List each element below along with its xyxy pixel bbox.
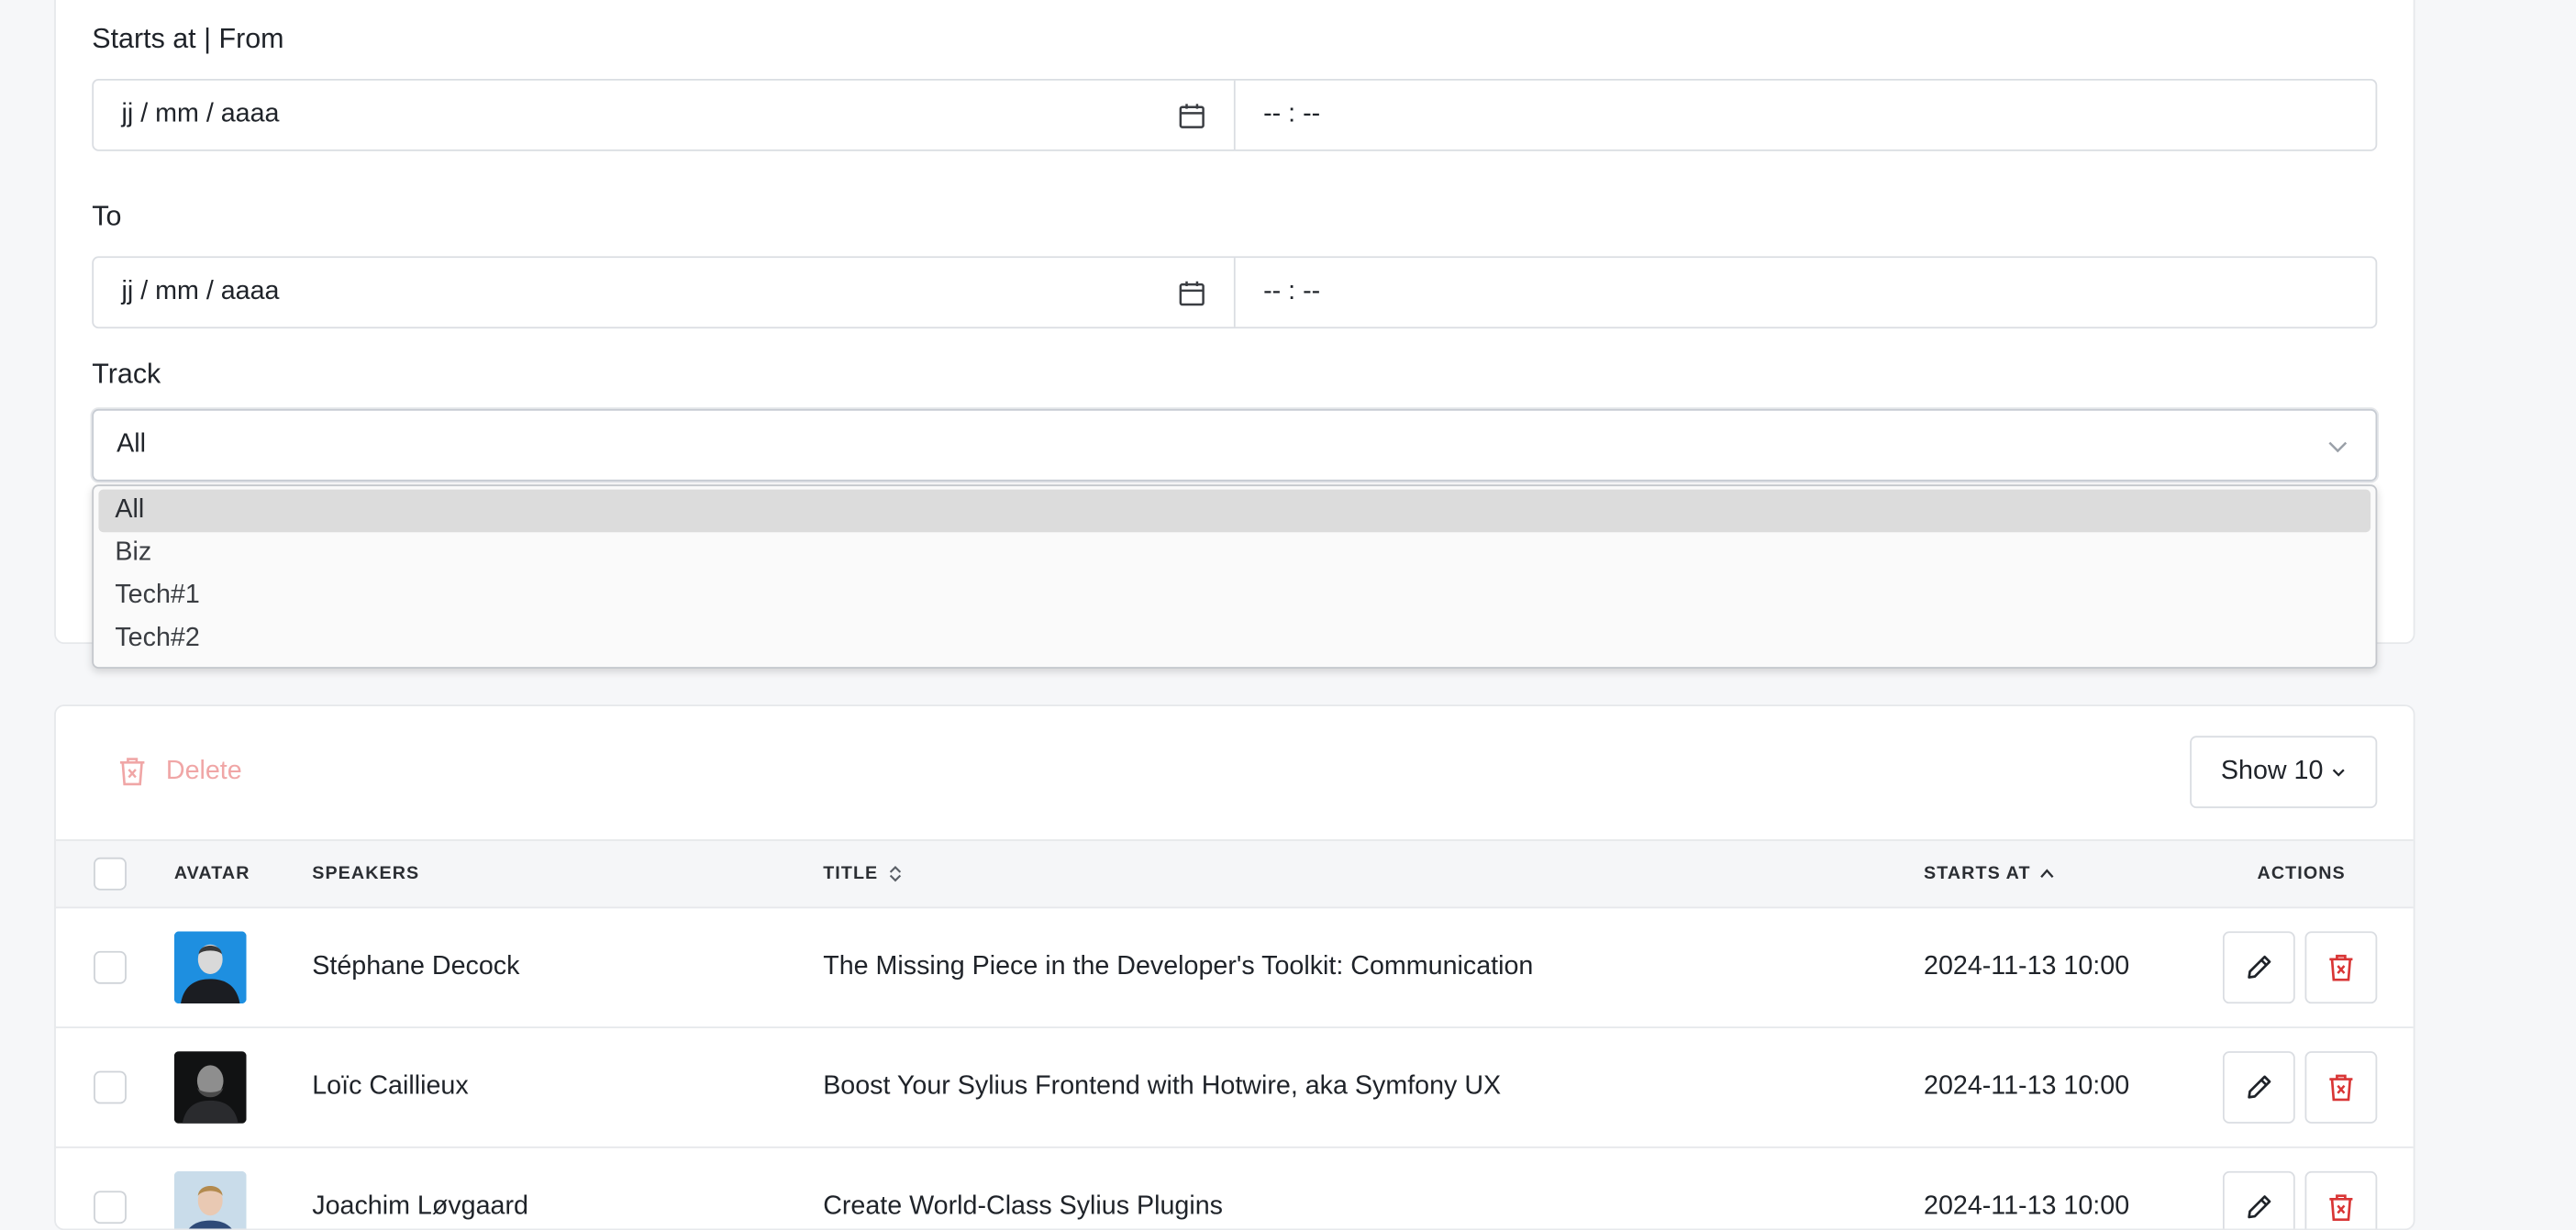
column-header-title[interactable]: TITLE bbox=[823, 841, 903, 907]
to-datetime-group: jj / mm / aaaa -- : -- bbox=[92, 256, 2378, 329]
track-option-biz[interactable]: Biz bbox=[98, 532, 2371, 575]
talk-title: Boost Your Sylius Frontend with Hotwire,… bbox=[823, 1072, 1502, 1101]
page-margin bbox=[2415, 0, 2576, 1214]
to-date-input[interactable]: jj / mm / aaaa bbox=[94, 258, 1236, 327]
table-row: Stéphane Decock The Missing Piece in the… bbox=[55, 908, 2414, 1029]
row-checkbox[interactable] bbox=[94, 1191, 127, 1224]
delete-button[interactable] bbox=[2304, 1051, 2378, 1124]
track-option-all[interactable]: All bbox=[98, 489, 2371, 533]
show-per-page-label: Show 10 bbox=[2220, 757, 2324, 786]
talks-list-card: Delete Show 10 AVATAR SPEAKERS TITLE STA… bbox=[54, 704, 2415, 1230]
row-checkbox[interactable] bbox=[94, 1070, 127, 1104]
calendar-icon[interactable] bbox=[1178, 102, 1205, 129]
avatar bbox=[173, 1170, 247, 1229]
starts-at: 2024-11-13 10:00 bbox=[1924, 952, 2130, 981]
bulk-delete-button[interactable]: Delete bbox=[118, 756, 242, 787]
show-per-page-button[interactable]: Show 10 bbox=[2190, 736, 2378, 809]
track-option-tech1[interactable]: Tech#1 bbox=[98, 575, 2371, 618]
speaker-name: Stéphane Decock bbox=[312, 952, 520, 981]
from-datetime-group: jj / mm / aaaa -- : -- bbox=[92, 78, 2378, 151]
track-select-value: All bbox=[117, 430, 146, 459]
avatar bbox=[173, 1051, 247, 1124]
sort-icon bbox=[889, 866, 901, 882]
table-header: AVATAR SPEAKERS TITLE STARTS AT ACTIONS bbox=[55, 839, 2414, 909]
row-checkbox[interactable] bbox=[94, 950, 127, 984]
column-header-speakers: SPEAKERS bbox=[312, 863, 420, 884]
to-time-placeholder: -- : -- bbox=[1263, 277, 1321, 306]
track-dropdown: All Biz Tech#1 Tech#2 bbox=[92, 484, 2378, 669]
avatar bbox=[173, 931, 247, 1004]
from-time-placeholder: -- : -- bbox=[1263, 100, 1321, 128]
pencil-icon bbox=[2248, 1195, 2271, 1219]
delete-button[interactable] bbox=[2304, 931, 2378, 1004]
edit-button[interactable] bbox=[2222, 1051, 2295, 1124]
table-row: Loïc Caillieux Boost Your Sylius Fronten… bbox=[55, 1028, 2414, 1148]
table-row: Joachim Løvgaard Create World-Class Syli… bbox=[56, 1148, 2414, 1229]
pencil-icon bbox=[2248, 1075, 2271, 1099]
track-label: Track bbox=[92, 358, 161, 390]
select-all-checkbox[interactable] bbox=[94, 857, 127, 891]
starts-at: 2024-11-13 10:00 bbox=[1924, 1192, 2130, 1221]
edit-button[interactable] bbox=[2222, 931, 2295, 1004]
trash-icon bbox=[2329, 1194, 2353, 1222]
sort-ascending-icon bbox=[2040, 869, 2054, 879]
talk-title: The Missing Piece in the Developer's Too… bbox=[823, 952, 1534, 981]
track-select[interactable]: All bbox=[92, 408, 2378, 482]
to-label: To bbox=[92, 200, 122, 232]
column-header-starts-at[interactable]: STARTS AT bbox=[1924, 841, 2055, 907]
bulk-delete-label: Delete bbox=[165, 756, 242, 785]
track-option-tech2[interactable]: Tech#2 bbox=[98, 617, 2371, 660]
pencil-icon bbox=[2248, 955, 2271, 979]
to-date-placeholder: jj / mm / aaaa bbox=[121, 277, 280, 306]
trash-icon bbox=[119, 758, 145, 786]
trash-icon bbox=[2329, 954, 2353, 981]
trash-icon bbox=[2329, 1074, 2353, 1102]
column-header-avatar: AVATAR bbox=[173, 863, 250, 884]
calendar-icon[interactable] bbox=[1178, 279, 1205, 306]
from-time-input[interactable]: -- : -- bbox=[1236, 81, 2376, 150]
speaker-name: Loïc Caillieux bbox=[312, 1072, 469, 1101]
starts-at: 2024-11-13 10:00 bbox=[1924, 1072, 2130, 1101]
from-date-placeholder: jj / mm / aaaa bbox=[121, 100, 280, 128]
to-time-input[interactable]: -- : -- bbox=[1236, 258, 2376, 327]
delete-button[interactable] bbox=[2304, 1170, 2378, 1229]
from-date-input[interactable]: jj / mm / aaaa bbox=[94, 80, 1236, 150]
edit-button[interactable] bbox=[2222, 1170, 2295, 1229]
speaker-name: Joachim Løvgaard bbox=[312, 1192, 528, 1221]
chevron-down-icon bbox=[2328, 441, 2348, 453]
chevron-down-icon bbox=[2332, 768, 2345, 776]
column-header-starts-at-label: STARTS AT bbox=[1924, 863, 2031, 884]
column-header-actions: ACTIONS bbox=[2257, 863, 2346, 884]
talk-title: Create World-Class Sylius Plugins bbox=[823, 1192, 1223, 1221]
page: Starts at | From jj / mm / aaaa -- : -- … bbox=[0, 0, 2576, 1230]
column-header-title-label: TITLE bbox=[823, 863, 879, 884]
starts-at-label: Starts at | From bbox=[92, 23, 284, 55]
